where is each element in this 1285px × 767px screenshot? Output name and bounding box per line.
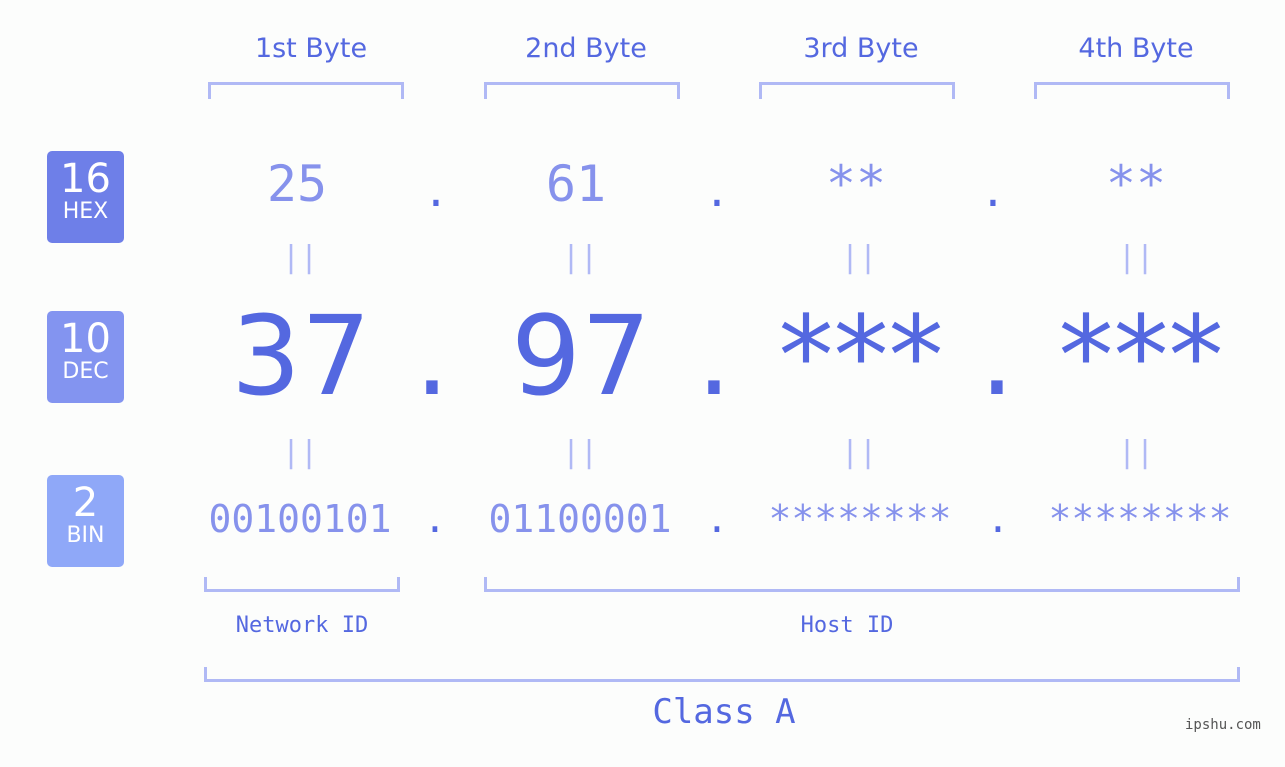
- dec-byte-2: 97: [511, 292, 651, 420]
- bin-badge: 2 BIN: [47, 475, 124, 567]
- dec-dot-1: .: [414, 292, 450, 420]
- network-id-label: Network ID: [235, 613, 369, 638]
- bin-dot-1: .: [423, 497, 447, 541]
- dec-dot-3: .: [979, 292, 1015, 420]
- equals-4: ||: [1117, 240, 1155, 275]
- host-id-bracket: [484, 577, 1240, 592]
- hex-dot-3: .: [985, 160, 1001, 218]
- byte-bracket-1: [208, 82, 404, 99]
- class-label: Class A: [652, 692, 796, 732]
- equals-5: ||: [281, 435, 319, 470]
- bin-dot-2: .: [705, 497, 729, 541]
- bin-base: 2: [72, 480, 99, 526]
- bin-dot-3: .: [986, 497, 1010, 541]
- dec-byte-4: ***: [1058, 292, 1224, 420]
- dec-byte-3: ***: [778, 292, 944, 420]
- dec-unit: DEC: [62, 359, 109, 384]
- bin-byte-1: 00100101: [208, 497, 392, 541]
- hex-unit: HEX: [62, 199, 109, 224]
- byte-bracket-4: [1034, 82, 1230, 99]
- equals-7: ||: [840, 435, 878, 470]
- host-id-label: Host ID: [800, 613, 894, 638]
- watermark: ipshu.com: [1185, 717, 1261, 733]
- equals-1: ||: [281, 240, 319, 275]
- equals-2: ||: [561, 240, 599, 275]
- byte-header-2: 2nd Byte: [525, 33, 647, 64]
- equals-8: ||: [1117, 435, 1155, 470]
- hex-byte-3: **: [825, 155, 887, 213]
- dec-byte-1: 37: [231, 292, 371, 420]
- bin-unit: BIN: [66, 523, 105, 548]
- byte-header-1: 1st Byte: [254, 33, 368, 64]
- hex-dot-2: .: [709, 160, 725, 218]
- hex-dot-1: .: [428, 160, 444, 218]
- byte-header-3: 3rd Byte: [803, 33, 919, 64]
- hex-byte-2: 61: [545, 155, 607, 213]
- equals-6: ||: [561, 435, 599, 470]
- class-bracket: [204, 667, 1240, 682]
- hex-byte-1: 25: [266, 155, 328, 213]
- network-id-bracket: [204, 577, 400, 592]
- byte-header-4: 4th Byte: [1078, 33, 1194, 64]
- byte-bracket-3: [759, 82, 955, 99]
- dec-dot-2: .: [696, 292, 732, 420]
- bin-byte-3: ********: [768, 497, 952, 541]
- dec-base: 10: [60, 316, 111, 362]
- bin-byte-4: ********: [1048, 497, 1232, 541]
- equals-3: ||: [840, 240, 878, 275]
- hex-base: 16: [60, 156, 111, 202]
- bin-byte-2: 01100001: [488, 497, 672, 541]
- dec-badge: 10 DEC: [47, 311, 124, 403]
- byte-bracket-2: [484, 82, 680, 99]
- hex-badge: 16 HEX: [47, 151, 124, 243]
- hex-byte-4: **: [1105, 155, 1167, 213]
